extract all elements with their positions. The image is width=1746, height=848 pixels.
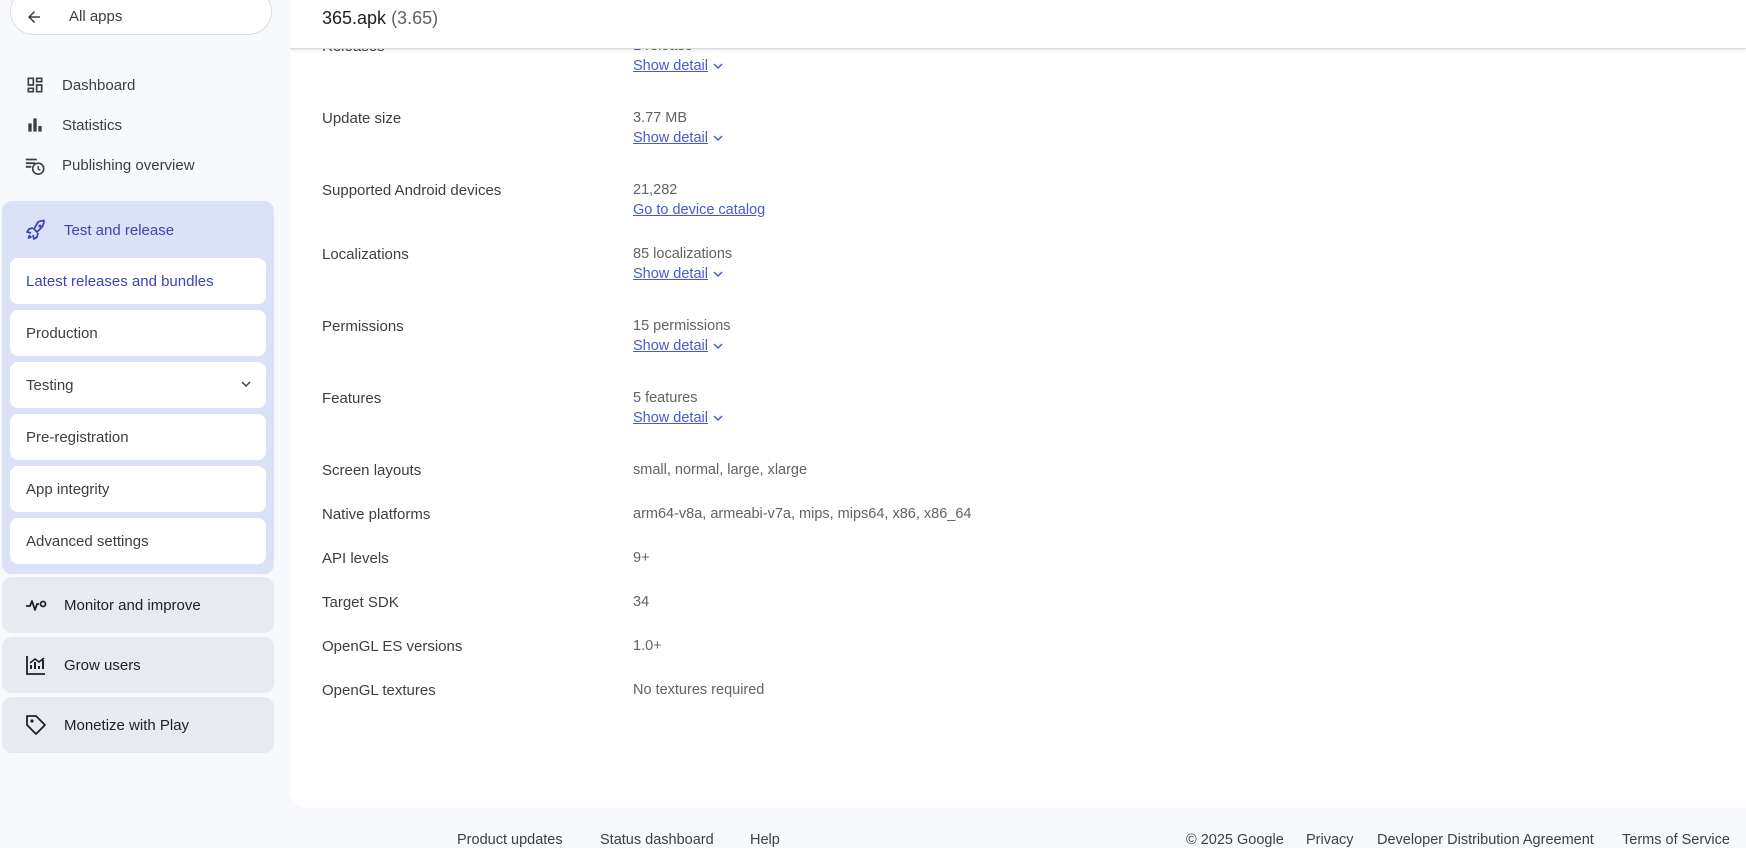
- sidebar-item-latest-releases[interactable]: Latest releases and bundles: [10, 258, 266, 304]
- monitor-and-improve-section[interactable]: Monitor and improve: [2, 577, 274, 633]
- link-label: Show detail: [633, 410, 708, 426]
- sidebar-item-label: Pre-registration: [26, 428, 129, 446]
- detail-value: 34: [633, 594, 650, 610]
- bar-chart-icon: [24, 114, 46, 136]
- footer-link-distribution-agreement[interactable]: Developer Distribution Agreement: [1377, 832, 1594, 848]
- sidebar-item-production[interactable]: Production: [10, 310, 266, 356]
- detail-key: Supported Android devices: [322, 182, 502, 199]
- detail-value: No textures required: [633, 682, 765, 698]
- device-catalog-link[interactable]: Go to device catalog: [633, 202, 765, 218]
- sidebar-item-label: Testing: [26, 376, 74, 394]
- chevron-down-icon: [713, 271, 723, 278]
- link-label: Show detail: [633, 58, 708, 74]
- detail-value: 5 features: [633, 390, 698, 406]
- show-detail-link[interactable]: Show detail: [633, 410, 724, 426]
- detail-value: small, normal, large, xlarge: [633, 462, 808, 478]
- all-apps-label: All apps: [69, 8, 123, 25]
- section-label: Test and release: [64, 221, 175, 239]
- sidebar-item-app-integrity[interactable]: App integrity: [10, 466, 266, 512]
- chevron-down-icon: [713, 63, 723, 70]
- footer-link-status-dashboard[interactable]: Status dashboard: [600, 832, 714, 848]
- detail-value: 9+: [633, 550, 650, 566]
- dashboard-icon: [24, 74, 46, 96]
- detail-key: OpenGL textures: [322, 682, 436, 699]
- chevron-down-icon: [713, 343, 723, 350]
- sidebar-item-advanced-settings[interactable]: Advanced settings: [10, 518, 266, 564]
- section-label: Grow users: [64, 656, 141, 674]
- sidebar: All apps Dashboard Statistics Publishing…: [0, 0, 290, 848]
- detail-value: 21,282: [633, 182, 678, 198]
- publishing-overview-icon: [24, 154, 46, 176]
- link-label: Show detail: [633, 266, 708, 282]
- footer-link-product-updates[interactable]: Product updates: [457, 832, 563, 848]
- detail-key: Update size: [322, 110, 402, 127]
- show-detail-link[interactable]: Show detail: [633, 130, 724, 146]
- rocket-icon: [26, 219, 45, 240]
- detail-key: Native platforms: [322, 506, 431, 523]
- page-header: 365.apk (3.65): [290, 0, 1746, 49]
- grow-users-icon: [26, 656, 45, 675]
- page-version: (3.65): [391, 7, 439, 28]
- test-and-release-header[interactable]: Test and release: [2, 208, 274, 252]
- tag-icon: [26, 715, 46, 735]
- detail-value: arm64-v8a, armeabi-v7a, mips, mips64, x8…: [633, 506, 972, 522]
- arrow-back-icon: [28, 10, 40, 23]
- detail-key: Screen layouts: [322, 462, 422, 479]
- main-content: 365.apk (3.65) Releases 1 release Show d…: [290, 0, 1746, 808]
- sidebar-item-label: App integrity: [26, 480, 110, 498]
- sidebar-item-label: Publishing overview: [62, 156, 195, 174]
- link-label: Show detail: [633, 130, 708, 146]
- monetize-with-play-section[interactable]: Monetize with Play: [2, 697, 274, 753]
- footer-link-terms[interactable]: Terms of Service: [1622, 832, 1730, 848]
- sidebar-item-pre-registration[interactable]: Pre-registration: [10, 414, 266, 460]
- footer-link-privacy[interactable]: Privacy: [1306, 832, 1354, 848]
- sidebar-item-label: Latest releases and bundles: [26, 272, 214, 290]
- detail-key: OpenGL ES versions: [322, 638, 463, 655]
- sidebar-item-testing[interactable]: Testing: [10, 362, 266, 408]
- footer-copyright: © 2025 Google: [1186, 832, 1284, 848]
- chevron-down-icon: [713, 135, 723, 142]
- detail-value: 3.77 MB: [633, 110, 687, 126]
- sidebar-item-label: Statistics: [62, 116, 123, 134]
- link-label: Show detail: [633, 338, 708, 354]
- all-apps-button[interactable]: All apps: [10, 0, 272, 35]
- page-title: 365.apk: [322, 7, 387, 28]
- show-detail-link[interactable]: Show detail: [633, 338, 724, 354]
- detail-key: Localizations: [322, 246, 409, 263]
- show-detail-link[interactable]: Show detail: [633, 266, 724, 282]
- detail-key: Features: [322, 390, 382, 407]
- grow-users-section[interactable]: Grow users: [2, 637, 274, 693]
- chevron-down-icon: [713, 415, 723, 422]
- vitals-icon: [26, 600, 47, 611]
- sidebar-item-statistics[interactable]: Statistics: [0, 105, 280, 145]
- detail-key: Target SDK: [322, 594, 399, 611]
- show-detail-link[interactable]: Show detail: [633, 58, 724, 74]
- detail-value: 1.0+: [633, 638, 662, 654]
- footer-link-help[interactable]: Help: [750, 832, 780, 848]
- detail-value: 85 localizations: [633, 246, 733, 262]
- detail-key: Permissions: [322, 318, 404, 335]
- sidebar-item-label: Dashboard: [62, 76, 136, 94]
- sidebar-item-publishing-overview[interactable]: Publishing overview: [0, 145, 280, 185]
- detail-value: 15 permissions: [633, 318, 731, 334]
- sidebar-item-dashboard[interactable]: Dashboard: [0, 65, 280, 105]
- detail-key: API levels: [322, 550, 389, 567]
- link-label: Go to device catalog: [633, 202, 766, 218]
- sidebar-item-label: Production: [26, 324, 98, 342]
- sidebar-item-label: Advanced settings: [26, 532, 149, 550]
- section-label: Monetize with Play: [64, 716, 190, 734]
- chevron-down-icon: [241, 381, 251, 388]
- section-label: Monitor and improve: [64, 596, 201, 614]
